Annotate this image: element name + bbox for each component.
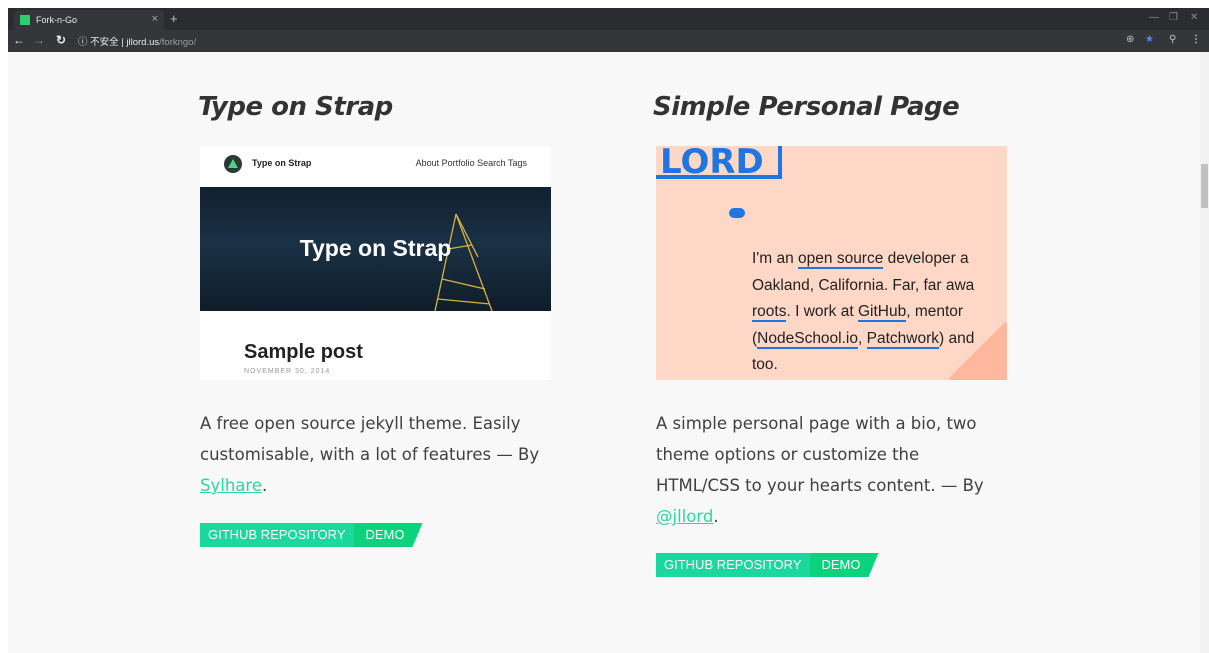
close-icon[interactable]: ✕ — [1190, 12, 1198, 23]
description-end: . — [261, 476, 268, 495]
demo-button[interactable]: DEMO — [810, 553, 879, 577]
theme-screenshot[interactable]: LORD I'm an open source developer a Oakl… — [656, 146, 1007, 380]
window-border — [0, 0, 8, 653]
star-icon[interactable]: ★ — [1145, 34, 1154, 45]
screenshot-brand: Type on Strap — [252, 158, 312, 168]
security-label[interactable]: ⓘ 不安全 — [78, 37, 119, 48]
minimize-icon[interactable]: — — [1149, 12, 1159, 23]
card-description: A simple personal page with a bio, two t… — [656, 408, 1001, 532]
description-end: . — [713, 507, 719, 526]
card-buttons: GITHUB REPOSITORY DEMO — [200, 523, 423, 547]
url-host: jllord.us — [126, 37, 160, 48]
screenshot-body: Sample post NOVEMBER 30, 2014 — [200, 311, 551, 380]
toolbar: ← → ↻ ⓘ 不安全 | jllord.us/forkngo/ ⊕ ★ ⚲ ⋮ — [8, 30, 1209, 52]
author-link[interactable]: Sylhare — [200, 476, 262, 495]
maximize-icon[interactable]: ❐ — [1169, 12, 1178, 23]
tab-close-icon[interactable]: × — [152, 13, 158, 25]
card-buttons: GITHUB REPOSITORY DEMO — [656, 553, 879, 577]
description-text: A simple personal page with a bio, two t… — [656, 414, 984, 495]
scrollbar-thumb[interactable] — [1201, 164, 1208, 208]
github-repository-button[interactable]: GITHUB REPOSITORY — [200, 523, 354, 547]
new-tab-icon[interactable]: + — [170, 11, 178, 26]
author-link[interactable]: @jllord — [656, 507, 713, 526]
card-description: A free open source jekyll theme. Easily … — [200, 408, 545, 501]
screenshot-hero: Type on Strap — [200, 187, 551, 311]
tab-fork-n-go[interactable]: Fork-n-Go × — [14, 10, 164, 30]
page-content: Type on Strap Type on Strap About Portfo… — [8, 52, 1200, 653]
screenshot-hero-title: Type on Strap — [299, 235, 452, 261]
logo-icon — [224, 155, 242, 173]
github-repository-button[interactable]: GITHUB REPOSITORY — [656, 553, 810, 577]
menu-icon[interactable]: ⋮ — [1191, 34, 1201, 45]
screenshot-post-title: Sample post — [244, 341, 363, 363]
screenshot-logo: LORD — [656, 146, 782, 182]
scrollbar[interactable] — [1200, 52, 1209, 653]
tab-title: Fork-n-Go — [36, 15, 78, 25]
card-title: Type on Strap — [198, 92, 393, 122]
reload-icon[interactable]: ↻ — [56, 33, 66, 47]
screenshot-header: Type on Strap About Portfolio Search Tag… — [200, 146, 551, 187]
card-title: Simple Personal Page — [653, 92, 960, 122]
tab-strip: Fork-n-Go × + — ❐ ✕ — [8, 8, 1209, 30]
theme-screenshot[interactable]: Type on Strap About Portfolio Search Tag… — [200, 146, 551, 380]
back-icon[interactable]: ← — [13, 33, 25, 47]
screenshot-nav: About Portfolio Search Tags — [415, 158, 527, 168]
zoom-icon[interactable]: ⊕ — [1126, 34, 1134, 45]
cloud-icon — [729, 208, 745, 218]
screenshot-post-date: NOVEMBER 30, 2014 — [244, 368, 331, 375]
forward-icon[interactable]: → — [33, 33, 45, 47]
extension-icon[interactable]: ⚲ — [1169, 34, 1176, 45]
demo-button[interactable]: DEMO — [354, 523, 423, 547]
favicon-icon — [20, 15, 30, 25]
address-bar[interactable]: ⓘ 不安全 | jllord.us/forkngo/ — [78, 34, 196, 48]
browser-chrome: Fork-n-Go × + — ❐ ✕ ← → ↻ ⓘ 不安全 | jllord… — [8, 8, 1209, 52]
description-text: A free open source jekyll theme. Easily … — [200, 414, 540, 464]
url-path: /forkngo/ — [159, 37, 197, 48]
